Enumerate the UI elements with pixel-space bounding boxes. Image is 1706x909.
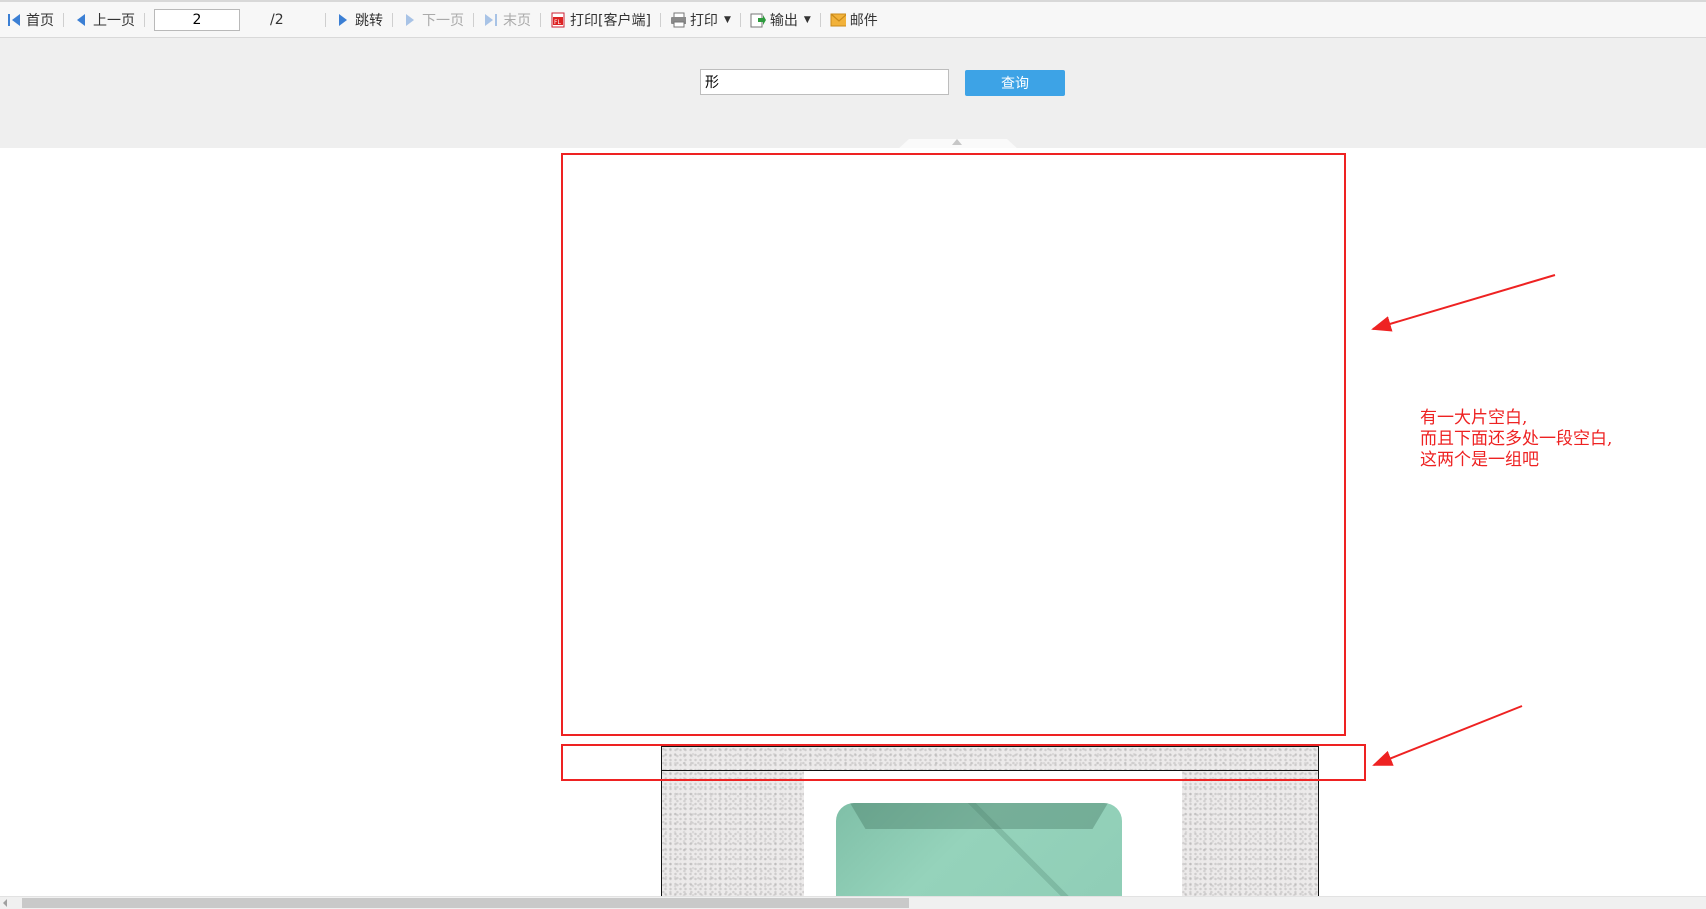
annotation-line-1: 有一大片空白, [1420, 408, 1528, 428]
annotation-line-3: 这两个是一组吧 [1420, 450, 1539, 470]
horizontal-scrollbar[interactable] [0, 896, 1706, 909]
scrollbar-thumb[interactable] [22, 898, 909, 908]
annotation-arrow-top [1371, 274, 1556, 332]
scroll-left-arrow-icon[interactable] [3, 899, 7, 907]
annotation-line-2: 而且下面还多处一段空白, [1420, 429, 1613, 449]
annotation-note: 有一大片空白, 而且下面还多处一段空白, 这两个是一组吧 [1420, 408, 1680, 471]
annotation-arrow-bottom [1372, 705, 1523, 766]
